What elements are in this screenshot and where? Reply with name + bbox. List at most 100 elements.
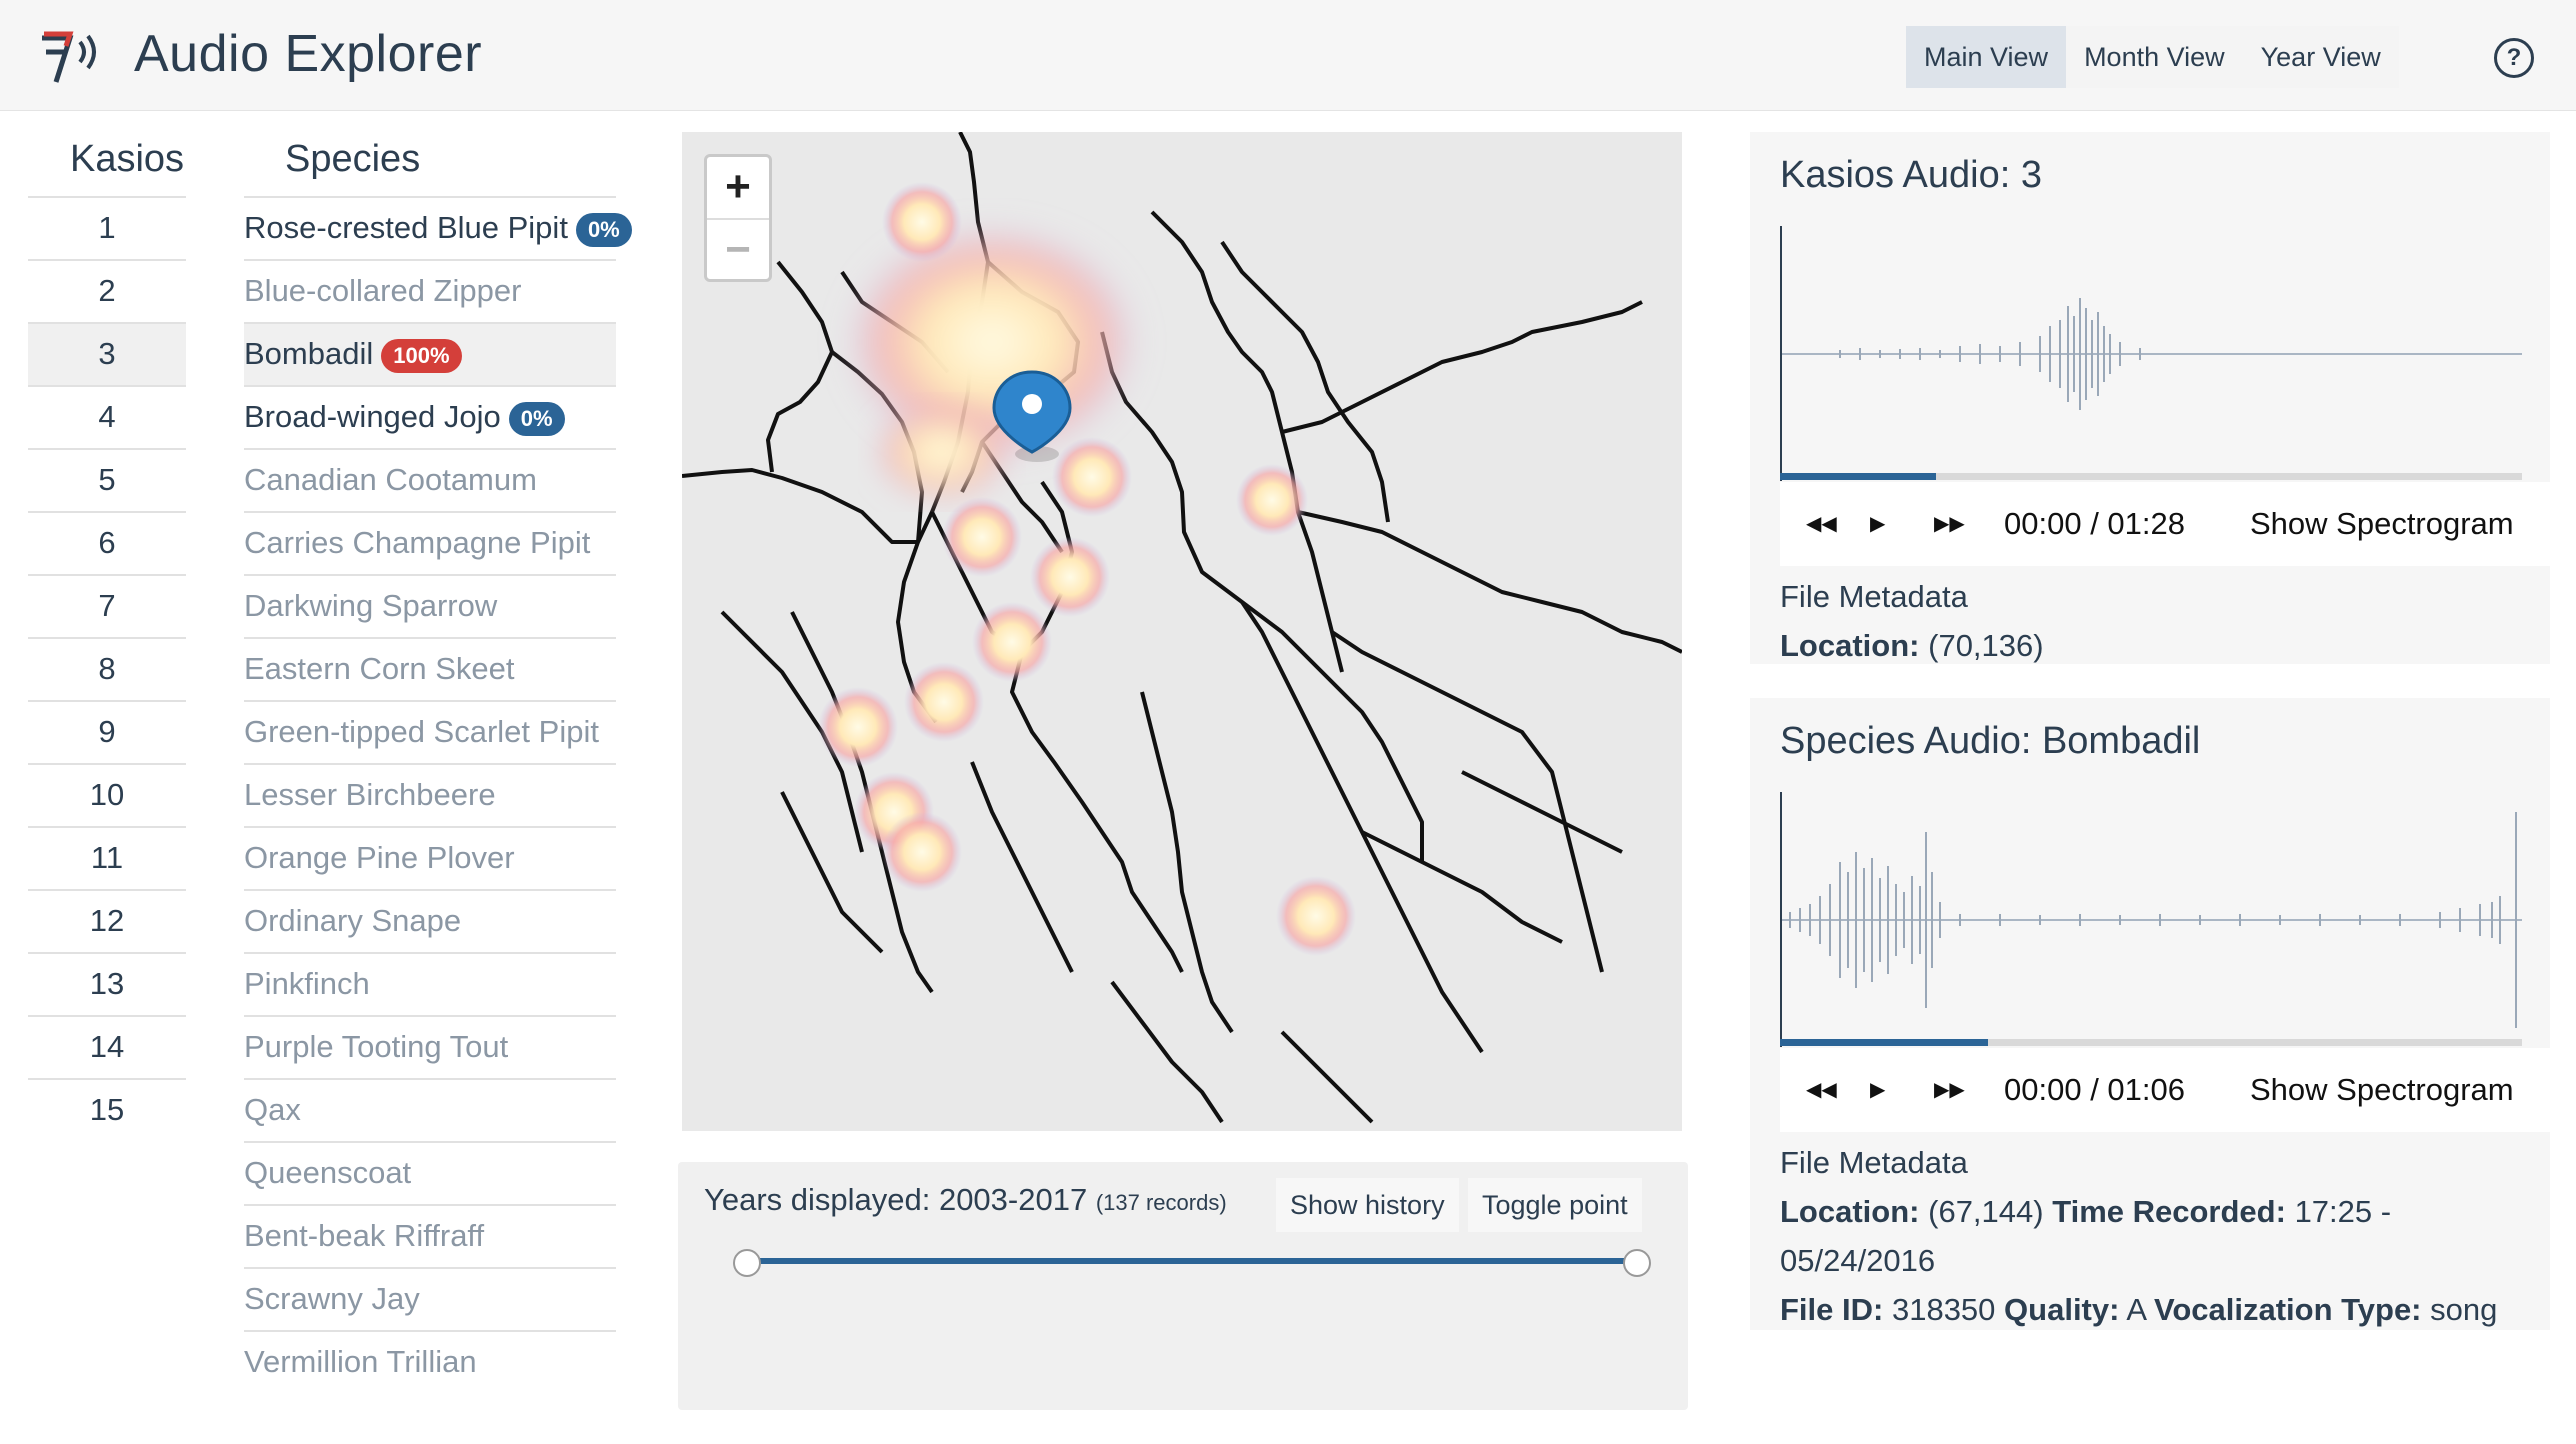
kasios-waveform[interactable] — [1780, 226, 2522, 481]
species-row[interactable]: Bent-beak Riffraff — [244, 1204, 616, 1267]
kasios-row[interactable]: 4 — [28, 385, 186, 448]
species-show-spectrogram-button[interactable]: Show Spectrogram — [2250, 1048, 2514, 1132]
species-row[interactable]: Ordinary Snape — [244, 889, 616, 952]
species-name: Bent-beak Riffraff — [244, 1218, 485, 1253]
metadata-location: Location: (70,136) — [1780, 621, 2520, 670]
species-name: Green-tipped Scarlet Pipit — [244, 714, 599, 749]
slider-start-handle[interactable] — [733, 1249, 761, 1277]
species-name: Blue-collared Zipper — [244, 273, 522, 308]
species-waveform[interactable] — [1780, 792, 2522, 1047]
records-count: (137 records) — [1095, 1190, 1227, 1215]
heatmap-layer — [818, 182, 1356, 956]
species-name: Carries Champagne Pipit — [244, 525, 591, 560]
species-row[interactable]: Queenscoat — [244, 1141, 616, 1204]
years-text: Years displayed: 2003-2017 — [704, 1182, 1088, 1217]
species-row[interactable]: Orange Pine Plover — [244, 826, 616, 889]
species-audio-title: Species Audio: Bombadil — [1780, 720, 2201, 762]
species-row[interactable]: Purple Tooting Tout — [244, 1015, 616, 1078]
river-map — [682, 132, 1682, 1124]
species-row[interactable]: Eastern Corn Skeet — [244, 637, 616, 700]
toggle-point-button[interactable]: Toggle point — [1468, 1178, 1642, 1232]
species-name: Ordinary Snape — [244, 903, 462, 938]
species-row[interactable]: Lesser Birchbeere — [244, 763, 616, 826]
species-name: Eastern Corn Skeet — [244, 651, 515, 686]
kasios-row[interactable]: 9 — [28, 700, 186, 763]
species-name: Scrawny Jay — [244, 1281, 420, 1316]
show-history-button[interactable]: Show history — [1276, 1178, 1459, 1232]
kasios-row[interactable]: 5 — [28, 448, 186, 511]
zoom-in-button[interactable]: + — [707, 157, 769, 218]
waveform-graphic — [1782, 298, 2522, 410]
slider-end-handle[interactable] — [1623, 1249, 1651, 1277]
kasios-audio-title: Kasios Audio: 3 — [1780, 154, 2042, 196]
kasios-row[interactable]: 13 — [28, 952, 186, 1015]
species-name: Lesser Birchbeere — [244, 777, 496, 812]
year-view-button[interactable]: Year View — [2242, 26, 2399, 88]
species-name: Pinkfinch — [244, 966, 370, 1001]
map-panel[interactable]: + − — [682, 132, 1682, 1131]
kasios-row[interactable]: 11 — [28, 826, 186, 889]
years-displayed-label: Years displayed: 2003-2017 (137 records) — [704, 1182, 1227, 1218]
file-id-label: File ID: — [1780, 1292, 1884, 1327]
species-list: Rose-crested Blue Pipit 0% Blue-collared … — [244, 196, 632, 1393]
kasios-row[interactable]: 14 — [28, 1015, 186, 1078]
species-row[interactable]: Green-tipped Scarlet Pipit — [244, 700, 616, 763]
help-icon[interactable]: ? — [2494, 38, 2534, 78]
fast-forward-icon[interactable]: ▶▶ — [1934, 1048, 1965, 1132]
location-label: Location: — [1780, 1194, 1920, 1229]
kasios-row-selected[interactable]: 3 — [28, 322, 186, 385]
timeline-panel: Years displayed: 2003-2017 (137 records)… — [678, 1162, 1688, 1410]
kasios-player-controls: ◀◀ ▶ ▶▶ 00:00 / 01:28 Show Spectrogram — [1780, 482, 2550, 566]
species-name: Darkwing Sparrow — [244, 588, 498, 623]
species-row-selected[interactable]: Bombadil 100% — [244, 322, 616, 385]
match-badge: 0% — [575, 212, 632, 247]
play-icon[interactable]: ▶ — [1870, 482, 1885, 566]
waveform-graphic — [1782, 812, 2522, 1028]
metadata-heading: File Metadata — [1780, 1145, 1968, 1180]
species-row[interactable]: Qax — [244, 1078, 616, 1141]
river-lines — [682, 132, 1682, 1124]
species-row[interactable]: Carries Champagne Pipit — [244, 511, 616, 574]
species-name: Rose-crested Blue Pipit — [244, 210, 568, 245]
kasios-row[interactable]: 2 — [28, 259, 186, 322]
species-column-header: Species — [285, 138, 421, 180]
rewind-icon[interactable]: ◀◀ — [1806, 1048, 1837, 1132]
kasios-row[interactable]: 6 — [28, 511, 186, 574]
month-view-button[interactable]: Month View — [2066, 26, 2243, 88]
species-row[interactable]: Scrawny Jay — [244, 1267, 616, 1330]
match-badge: 0% — [508, 401, 565, 436]
kasios-row[interactable]: 7 — [28, 574, 186, 637]
zoom-out-button[interactable]: − — [707, 218, 769, 281]
species-row[interactable]: Blue-collared Zipper — [244, 259, 616, 322]
quality-label: Quality: — [2004, 1292, 2120, 1327]
species-row[interactable]: Darkwing Sparrow — [244, 574, 616, 637]
play-icon[interactable]: ▶ — [1870, 1048, 1885, 1132]
location-value: (67,144) — [1928, 1194, 2044, 1229]
kasios-row[interactable]: 12 — [28, 889, 186, 952]
species-time-display: 00:00 / 01:06 — [2004, 1072, 2185, 1107]
kasios-row[interactable]: 8 — [28, 637, 186, 700]
species-audio-card: Species Audio: Bombadil ◀◀ ▶ ▶▶ 00:00 / … — [1750, 698, 2550, 1330]
species-row[interactable]: Broad-winged Jojo 0% — [244, 385, 616, 448]
species-row[interactable]: Rose-crested Blue Pipit 0% — [244, 196, 632, 259]
species-row[interactable]: Canadian Cootamum — [244, 448, 616, 511]
year-range-slider[interactable] — [748, 1258, 1638, 1264]
species-progress-fill — [1780, 1039, 1988, 1046]
kasios-audio-card: Kasios Audio: 3 ◀◀ ▶ ▶▶ 00:00 / 01:28 Sh… — [1750, 132, 2550, 664]
fast-forward-icon[interactable]: ▶▶ — [1934, 482, 1965, 566]
kasios-row[interactable]: 15 — [28, 1078, 186, 1141]
location-label: Location: — [1780, 628, 1920, 663]
species-row[interactable]: Pinkfinch — [244, 952, 616, 1015]
kasios-row[interactable]: 10 — [28, 763, 186, 826]
kasios-progress-bar[interactable] — [1780, 473, 2522, 480]
kasios-show-spectrogram-button[interactable]: Show Spectrogram — [2250, 482, 2514, 566]
file-id-value: 318350 — [1891, 1292, 1996, 1327]
kasios-row[interactable]: 1 — [28, 196, 186, 259]
species-player-controls: ◀◀ ▶ ▶▶ 00:00 / 01:06 Show Spectrogram — [1780, 1048, 2550, 1132]
main-view-button[interactable]: Main View — [1906, 26, 2067, 88]
rewind-icon[interactable]: ◀◀ — [1806, 482, 1837, 566]
species-name: Bombadil — [244, 336, 374, 371]
species-row[interactable]: Vermillion Trillian — [244, 1330, 616, 1393]
species-progress-bar[interactable] — [1780, 1039, 2522, 1046]
waveform-axis — [1780, 226, 1782, 481]
